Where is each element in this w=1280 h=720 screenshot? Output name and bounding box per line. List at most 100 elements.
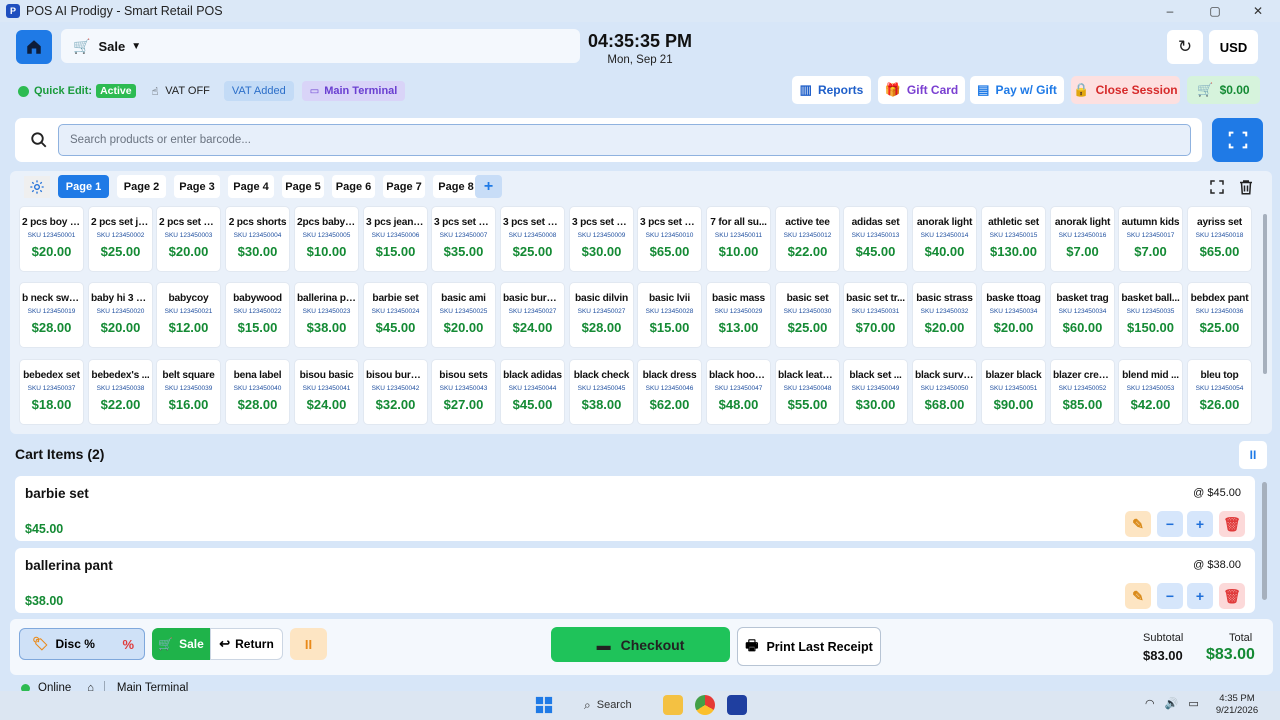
product-scrollbar-thumb[interactable] bbox=[1263, 214, 1267, 374]
sale-toggle[interactable]: 🛒 Sale bbox=[152, 628, 210, 660]
product-card[interactable]: adidas set SKU 123450013 $45.00 bbox=[843, 206, 908, 272]
product-card[interactable]: basket trag SKU 123450034 $60.00 bbox=[1050, 282, 1115, 348]
product-card[interactable]: basic dilvin SKU 123450027 $28.00 bbox=[569, 282, 634, 348]
product-card[interactable]: black dress SKU 123450046 $62.00 bbox=[637, 359, 702, 425]
discount-button[interactable]: 🏷 Disc % % bbox=[19, 628, 145, 660]
product-card[interactable]: 3 pcs set kids SKU 123450010 $65.00 bbox=[637, 206, 702, 272]
tab-page-1[interactable]: Page 1 bbox=[58, 175, 109, 198]
tab-page-7[interactable]: Page 7 bbox=[383, 175, 425, 198]
product-card[interactable]: bisou basic SKU 123450041 $24.00 bbox=[294, 359, 359, 425]
increase-qty-button[interactable]: + bbox=[1187, 511, 1213, 537]
print-receipt-button[interactable]: 🖶 Print Last Receipt bbox=[737, 627, 881, 666]
gift-card-button[interactable]: 🎁 Gift Card bbox=[878, 76, 965, 104]
product-card[interactable]: basic ami SKU 123450025 $20.00 bbox=[431, 282, 496, 348]
remove-item-button[interactable]: 🗑 bbox=[1219, 583, 1245, 609]
product-card[interactable]: basic lvii SKU 123450028 $15.00 bbox=[637, 282, 702, 348]
checkout-button[interactable]: ▬ Checkout bbox=[551, 627, 730, 662]
product-card[interactable]: bebdex pant SKU 123450036 $25.00 bbox=[1187, 282, 1252, 348]
tab-page-3[interactable]: Page 3 bbox=[174, 175, 220, 198]
trash-icon[interactable] bbox=[1237, 178, 1255, 196]
refresh-button[interactable]: ↻ bbox=[1167, 30, 1203, 64]
product-card[interactable]: black survival SKU 123450050 $68.00 bbox=[912, 359, 977, 425]
product-card[interactable]: black set ... SKU 123450049 $30.00 bbox=[843, 359, 908, 425]
product-card[interactable]: baske ttoag SKU 123450034 $20.00 bbox=[981, 282, 1046, 348]
product-card[interactable]: basic burgoo SKU 123450027 $24.00 bbox=[500, 282, 565, 348]
file-explorer-icon[interactable] bbox=[663, 695, 683, 715]
product-card[interactable]: athletic set SKU 123450015 $130.00 bbox=[981, 206, 1046, 272]
settings-button[interactable] bbox=[24, 176, 50, 198]
minimize-button[interactable]: – bbox=[1150, 0, 1190, 22]
add-page-button[interactable]: + bbox=[475, 175, 502, 198]
product-card[interactable]: bisou burgoo SKU 123450042 $32.00 bbox=[363, 359, 428, 425]
decrease-qty-button[interactable]: − bbox=[1157, 583, 1183, 609]
product-card[interactable]: 2 pcs boy set SKU 123450001 $20.00 bbox=[19, 206, 84, 272]
maximize-button[interactable]: ▢ bbox=[1195, 0, 1235, 22]
product-card[interactable]: bebedex set SKU 123450037 $18.00 bbox=[19, 359, 84, 425]
decrease-qty-button[interactable]: − bbox=[1157, 511, 1183, 537]
windows-start-icon[interactable] bbox=[535, 696, 553, 714]
product-card[interactable]: bebedex's ... SKU 123450038 $22.00 bbox=[88, 359, 153, 425]
return-toggle[interactable]: ↩ Return bbox=[210, 628, 283, 660]
wifi-icon[interactable]: ◠ bbox=[1145, 697, 1155, 710]
product-card[interactable]: 2 pcs set jeans SKU 123450002 $25.00 bbox=[88, 206, 153, 272]
product-card[interactable]: barbie set SKU 123450024 $45.00 bbox=[363, 282, 428, 348]
product-card[interactable]: babycoy SKU 123450021 $12.00 bbox=[156, 282, 221, 348]
product-card[interactable]: 7 for all su... SKU 123450011 $10.00 bbox=[706, 206, 771, 272]
product-card[interactable]: autumn kids SKU 123450017 $7.00 bbox=[1118, 206, 1183, 272]
volume-icon[interactable]: 🔊 bbox=[1165, 697, 1179, 710]
product-card[interactable]: blend mid ... SKU 123450053 $42.00 bbox=[1118, 359, 1183, 425]
hold-button[interactable]: II bbox=[290, 628, 327, 660]
product-card[interactable]: 2pcs baby set SKU 123450005 $10.00 bbox=[294, 206, 359, 272]
cart-scrollbar[interactable] bbox=[1262, 482, 1267, 600]
product-card[interactable]: active tee SKU 123450012 $22.00 bbox=[775, 206, 840, 272]
search-input[interactable] bbox=[58, 124, 1191, 156]
product-card[interactable]: basic set tr... SKU 123450031 $70.00 bbox=[843, 282, 908, 348]
battery-icon[interactable]: ▭ bbox=[1188, 697, 1198, 710]
vat-off-toggle[interactable]: ☝ VAT OFF bbox=[146, 82, 216, 101]
product-card[interactable]: 3 pcs jeans set SKU 123450006 $15.00 bbox=[363, 206, 428, 272]
product-card[interactable]: anorak light SKU 123450014 $40.00 bbox=[912, 206, 977, 272]
product-card[interactable]: babywood SKU 123450022 $15.00 bbox=[225, 282, 290, 348]
product-card[interactable]: 3 pcs set blue SKU 123450007 $35.00 bbox=[431, 206, 496, 272]
product-card[interactable]: anorak light SKU 123450016 $7.00 bbox=[1050, 206, 1115, 272]
product-card[interactable]: ballerina pant SKU 123450023 $38.00 bbox=[294, 282, 359, 348]
product-card[interactable]: black hoodie SKU 123450047 $48.00 bbox=[706, 359, 771, 425]
cart-item[interactable]: barbie set $45.00 @ $45.00 ✎ − + 🗑 bbox=[15, 476, 1255, 541]
product-card[interactable]: 3 pcs set girl SKU 123450009 $30.00 bbox=[569, 206, 634, 272]
tab-page-8[interactable]: Page 8 bbox=[433, 175, 479, 198]
tab-page-2[interactable]: Page 2 bbox=[117, 175, 166, 198]
tab-page-5[interactable]: Page 5 bbox=[282, 175, 324, 198]
product-card[interactable]: black adidas SKU 123450044 $45.00 bbox=[500, 359, 565, 425]
close-session-button[interactable]: 🔒 Close Session bbox=[1071, 76, 1180, 104]
product-card[interactable]: 3 pcs set blue SKU 123450008 $25.00 bbox=[500, 206, 565, 272]
product-card[interactable]: basket ball... SKU 123450035 $150.00 bbox=[1118, 282, 1183, 348]
home-button[interactable] bbox=[16, 30, 52, 64]
product-card[interactable]: b neck sweat SKU 123450019 $28.00 bbox=[19, 282, 84, 348]
product-card[interactable]: ayriss set SKU 123450018 $65.00 bbox=[1187, 206, 1252, 272]
remove-item-button[interactable]: 🗑 bbox=[1219, 511, 1245, 537]
product-card[interactable]: baby hi 3 set SKU 123450020 $20.00 bbox=[88, 282, 153, 348]
product-card[interactable]: basic strass SKU 123450032 $20.00 bbox=[912, 282, 977, 348]
chrome-icon[interactable] bbox=[695, 695, 715, 715]
product-card[interactable]: blazer black SKU 123450051 $90.00 bbox=[981, 359, 1046, 425]
product-card[interactable]: basic mass SKU 123450029 $13.00 bbox=[706, 282, 771, 348]
tab-page-4[interactable]: Page 4 bbox=[228, 175, 274, 198]
vat-added-badge[interactable]: VAT Added bbox=[223, 81, 294, 101]
product-card[interactable]: bisou sets SKU 123450043 $27.00 bbox=[431, 359, 496, 425]
product-card[interactable]: 2 pcs shorts SKU 123450004 $30.00 bbox=[225, 206, 290, 272]
edit-item-button[interactable]: ✎ bbox=[1125, 583, 1151, 609]
product-card[interactable]: black check SKU 123450045 $38.00 bbox=[569, 359, 634, 425]
cart-item[interactable]: ballerina pant $38.00 @ $38.00 ✎ − + 🗑 bbox=[15, 548, 1255, 613]
reports-button[interactable]: ▥ Reports bbox=[792, 76, 871, 104]
fullscreen-icon[interactable] bbox=[1208, 178, 1226, 196]
taskbar-clock[interactable]: 4:35 PM 9/21/2026 bbox=[1212, 693, 1262, 717]
cart-pause-button[interactable]: II bbox=[1239, 441, 1267, 469]
pay-with-gift-button[interactable]: ▤ Pay w/ Gift bbox=[970, 76, 1064, 104]
quick-edit-status[interactable]: Quick Edit: Active bbox=[18, 84, 136, 98]
product-card[interactable]: blazer cream SKU 123450052 $85.00 bbox=[1050, 359, 1115, 425]
product-card[interactable]: black leather SKU 123450048 $55.00 bbox=[775, 359, 840, 425]
mode-selector[interactable]: 🛒 Sale ▼ bbox=[61, 29, 580, 63]
tab-page-6[interactable]: Page 6 bbox=[332, 175, 375, 198]
terminal-badge[interactable]: ▭ Main Terminal bbox=[301, 81, 406, 101]
currency-button[interactable]: USD bbox=[1209, 30, 1258, 64]
